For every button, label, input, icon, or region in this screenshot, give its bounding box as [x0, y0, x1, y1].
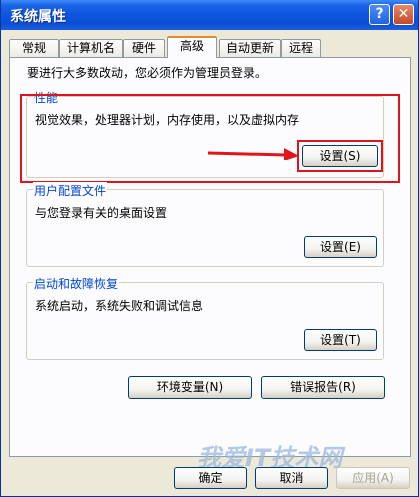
title-bar[interactable]: 系统属性 ? ✕	[1, 0, 418, 30]
apply-button[interactable]: 应用(A)	[336, 467, 410, 489]
system-properties-window: 系统属性 ? ✕ 常规 计算机名 硬件 高级 自动更新 远程 要进行大多数改动，…	[0, 0, 419, 497]
performance-settings-button[interactable]: 设置(S)	[302, 145, 378, 167]
tab-remote[interactable]: 远程	[281, 39, 321, 57]
startup-recovery-group-label: 启动和故障恢复	[33, 275, 120, 292]
tab-advanced[interactable]: 高级	[167, 36, 217, 58]
user-profiles-description: 与您登录有关的桌面设置	[35, 206, 168, 220]
cancel-button[interactable]: 取消	[255, 467, 328, 489]
window-title: 系统属性	[10, 9, 66, 25]
tab-general[interactable]: 常规	[9, 39, 59, 57]
red-arrow-icon	[207, 148, 299, 160]
startup-recovery-description: 系统启动，系统失败和调试信息	[35, 299, 204, 313]
environment-variables-button[interactable]: 环境变量(N)	[128, 376, 252, 399]
admin-notice: 要进行大多数改动，您必须作为管理员登录。	[27, 66, 268, 80]
help-button[interactable]: ?	[369, 4, 390, 25]
error-reporting-button[interactable]: 错误报告(R)	[261, 376, 385, 399]
user-profiles-group-label: 用户配置文件	[33, 182, 108, 199]
startup-recovery-settings-button[interactable]: 设置(T)	[304, 329, 377, 351]
close-button[interactable]: ✕	[393, 4, 414, 25]
ok-button[interactable]: 确定	[174, 467, 247, 489]
tab-hardware[interactable]: 硬件	[123, 39, 165, 57]
tab-automatic-updates[interactable]: 自动更新	[219, 39, 281, 57]
user-profiles-settings-button[interactable]: 设置(E)	[304, 236, 377, 258]
tab-computer-name[interactable]: 计算机名	[59, 39, 123, 57]
